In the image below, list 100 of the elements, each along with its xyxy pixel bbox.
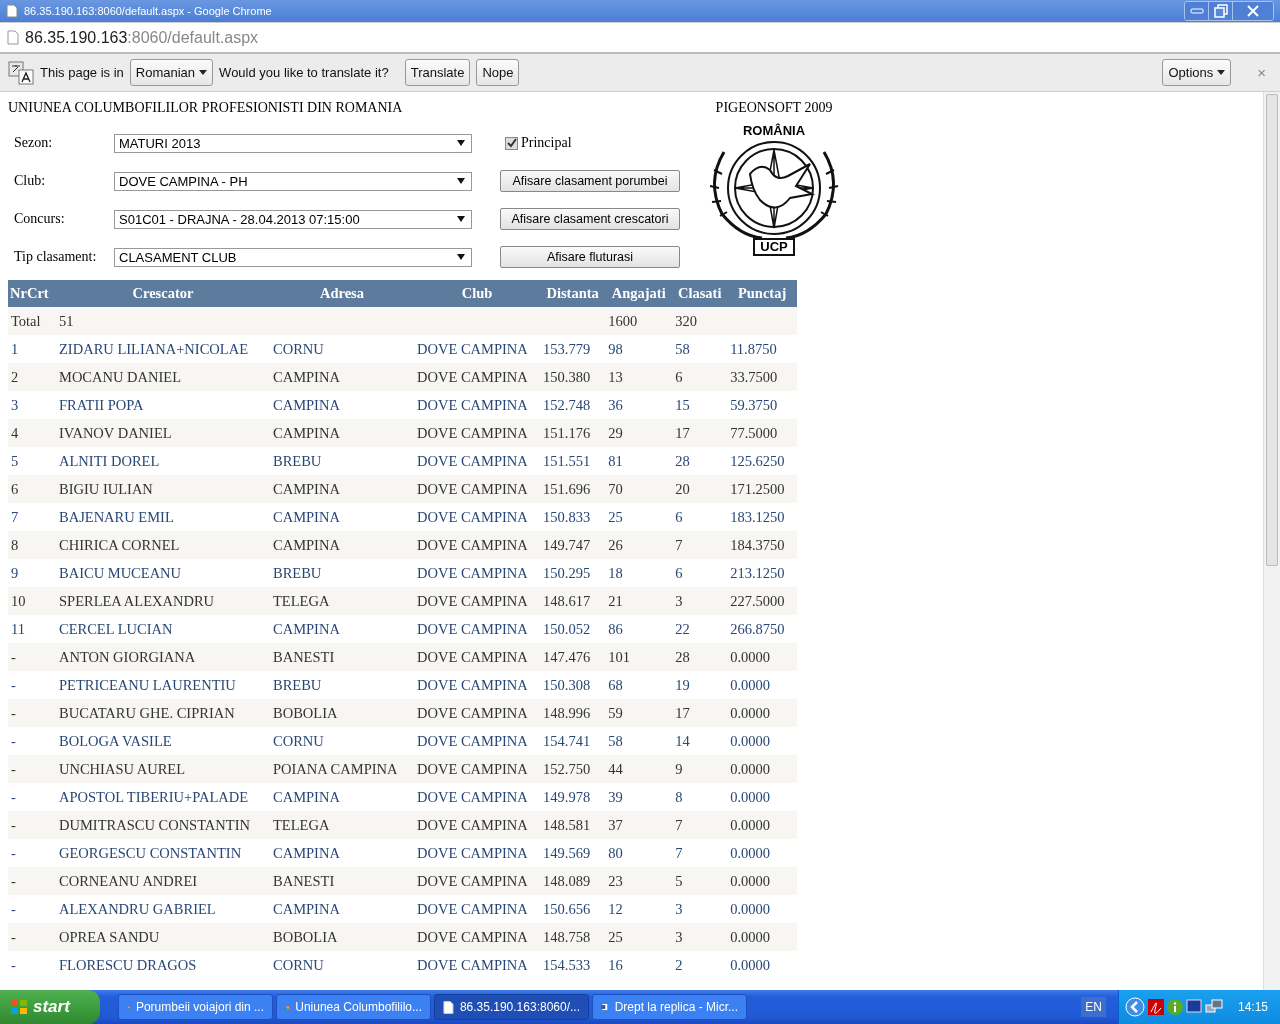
action-button[interactable]: Afisare fluturasi [500,246,680,268]
options-button[interactable]: Options [1162,59,1232,86]
table-link[interactable]: 98 [608,340,623,357]
principal-checkbox[interactable] [505,136,518,150]
table-link[interactable]: CAMPINA [273,508,340,525]
table-link[interactable]: DOVE CAMPINA [417,900,528,917]
table-link[interactable]: DOVE CAMPINA [417,340,528,357]
table-link[interactable]: 15 [675,396,690,413]
table-link[interactable]: 150.295 [543,564,591,581]
minimize-button[interactable] [1185,2,1209,20]
table-link[interactable]: 6 [675,508,683,525]
table-link[interactable]: CORNU [273,732,324,749]
table-link[interactable]: DOVE CAMPINA [417,620,528,637]
table-link[interactable]: DOVE CAMPINA [417,844,528,861]
table-link[interactable]: 150.308 [543,676,591,693]
table-link[interactable]: DOVE CAMPINA [417,564,528,581]
table-link[interactable]: BREBU [273,676,322,693]
table-link[interactable]: 153.779 [543,340,591,357]
table-link[interactable]: BOLOGA VASILE [59,732,172,749]
table-link[interactable]: 3 [11,396,19,413]
table-link[interactable]: 0.0000 [730,956,771,973]
table-link[interactable]: APOSTOL TIBERIU+PALADE [59,788,249,805]
table-link[interactable]: 9 [11,564,19,581]
table-link[interactable]: CAMPINA [273,396,340,413]
table-link[interactable]: 150.656 [543,900,591,917]
table-link[interactable]: 150.833 [543,508,591,525]
action-button[interactable]: Afisare clasament porumbei [500,170,680,192]
table-link[interactable]: ALNITI DOREL [59,452,160,469]
table-link[interactable]: 3 [675,900,683,917]
translate-bar-button[interactable]: Nope [476,59,520,86]
filter-dropdown[interactable]: MATURI 2013 [114,133,472,153]
table-link[interactable]: 2 [675,956,683,973]
filter-dropdown[interactable]: S01C01 - DRAJNA - 28.04.2013 07:15:00 [114,209,472,229]
table-link[interactable]: 151.551 [543,452,591,469]
table-link[interactable]: 125.6250 [730,452,785,469]
table-link[interactable]: - [11,844,16,861]
table-link[interactable]: ALEXANDRU GABRIEL [59,900,216,917]
table-link[interactable]: BAICU MUCEANU [59,564,182,581]
table-link[interactable]: 0.0000 [730,676,771,693]
table-link[interactable]: DOVE CAMPINA [417,676,528,693]
close-button[interactable] [1233,2,1273,20]
table-link[interactable]: - [11,676,16,693]
table-link[interactable]: DOVE CAMPINA [417,732,528,749]
table-link[interactable]: 154.741 [543,732,591,749]
table-link[interactable]: 7 [11,508,19,525]
table-link[interactable]: CAMPINA [273,788,340,805]
table-link[interactable]: 19 [675,676,690,693]
table-link[interactable]: - [11,956,16,973]
table-link[interactable]: 86 [608,620,623,637]
table-link[interactable]: 22 [675,620,690,637]
network-icon[interactable] [1204,999,1223,1015]
table-link[interactable]: 68 [608,676,623,693]
table-link[interactable]: 81 [608,452,623,469]
table-link[interactable]: 6 [675,564,683,581]
table-link[interactable]: CORNU [273,340,324,357]
table-link[interactable]: 183.1250 [730,508,785,525]
table-link[interactable]: 149.569 [543,844,591,861]
table-link[interactable]: DOVE CAMPINA [417,508,528,525]
table-link[interactable]: 11 [11,620,25,637]
table-link[interactable]: 36 [608,396,623,413]
table-link[interactable]: 28 [675,452,690,469]
table-link[interactable]: CAMPINA [273,844,340,861]
table-link[interactable]: 1 [11,340,19,357]
table-link[interactable]: 0.0000 [730,732,771,749]
table-link[interactable]: DOVE CAMPINA [417,396,528,413]
table-link[interactable]: 0.0000 [730,900,771,917]
table-link[interactable]: - [11,788,16,805]
taskbar-button[interactable]: 86.35.190.163:8060/... [434,994,589,1020]
table-link[interactable]: CORNU [273,956,324,973]
table-link[interactable]: FRATII POPA [59,396,144,413]
table-link[interactable]: GEORGESCU CONSTANTIN [59,844,242,861]
taskbar-button[interactable]: Uniunea Columbofililo... [276,994,431,1020]
scrollbar-thumb[interactable] [1266,94,1278,566]
table-link[interactable]: CAMPINA [273,900,340,917]
table-link[interactable]: 18 [608,564,623,581]
table-link[interactable]: 14 [675,732,690,749]
filter-dropdown[interactable]: CLASAMENT CLUB [114,247,472,267]
table-link[interactable]: - [11,732,16,749]
table-link[interactable]: PETRICEANU LAURENTIU [59,676,236,693]
table-link[interactable]: - [11,900,16,917]
table-link[interactable]: 39 [608,788,623,805]
table-link[interactable]: 0.0000 [730,844,771,861]
taskbar-button[interactable]: Drept la replica - Micr... [592,994,747,1020]
chevron-icon[interactable] [1124,997,1145,1017]
table-link[interactable]: BREBU [273,564,322,581]
table-link[interactable]: 8 [675,788,683,805]
table-link[interactable]: DOVE CAMPINA [417,788,528,805]
table-link[interactable]: BREBU [273,452,322,469]
table-link[interactable]: CAMPINA [273,620,340,637]
table-link[interactable]: ZIDARU LILIANA+NICOLAE [59,340,248,357]
table-link[interactable]: CERCEL LUCIAN [59,620,173,637]
table-link[interactable]: 5 [11,452,19,469]
table-link[interactable]: 11.8750 [730,340,777,357]
table-link[interactable]: DOVE CAMPINA [417,956,528,973]
table-link[interactable]: 16 [608,956,623,973]
table-link[interactable]: 7 [675,844,683,861]
table-link[interactable]: 152.748 [543,396,591,413]
table-link[interactable]: 150.052 [543,620,591,637]
table-link[interactable]: 266.8750 [730,620,785,637]
filter-dropdown[interactable]: DOVE CAMPINA - PH [114,171,472,191]
